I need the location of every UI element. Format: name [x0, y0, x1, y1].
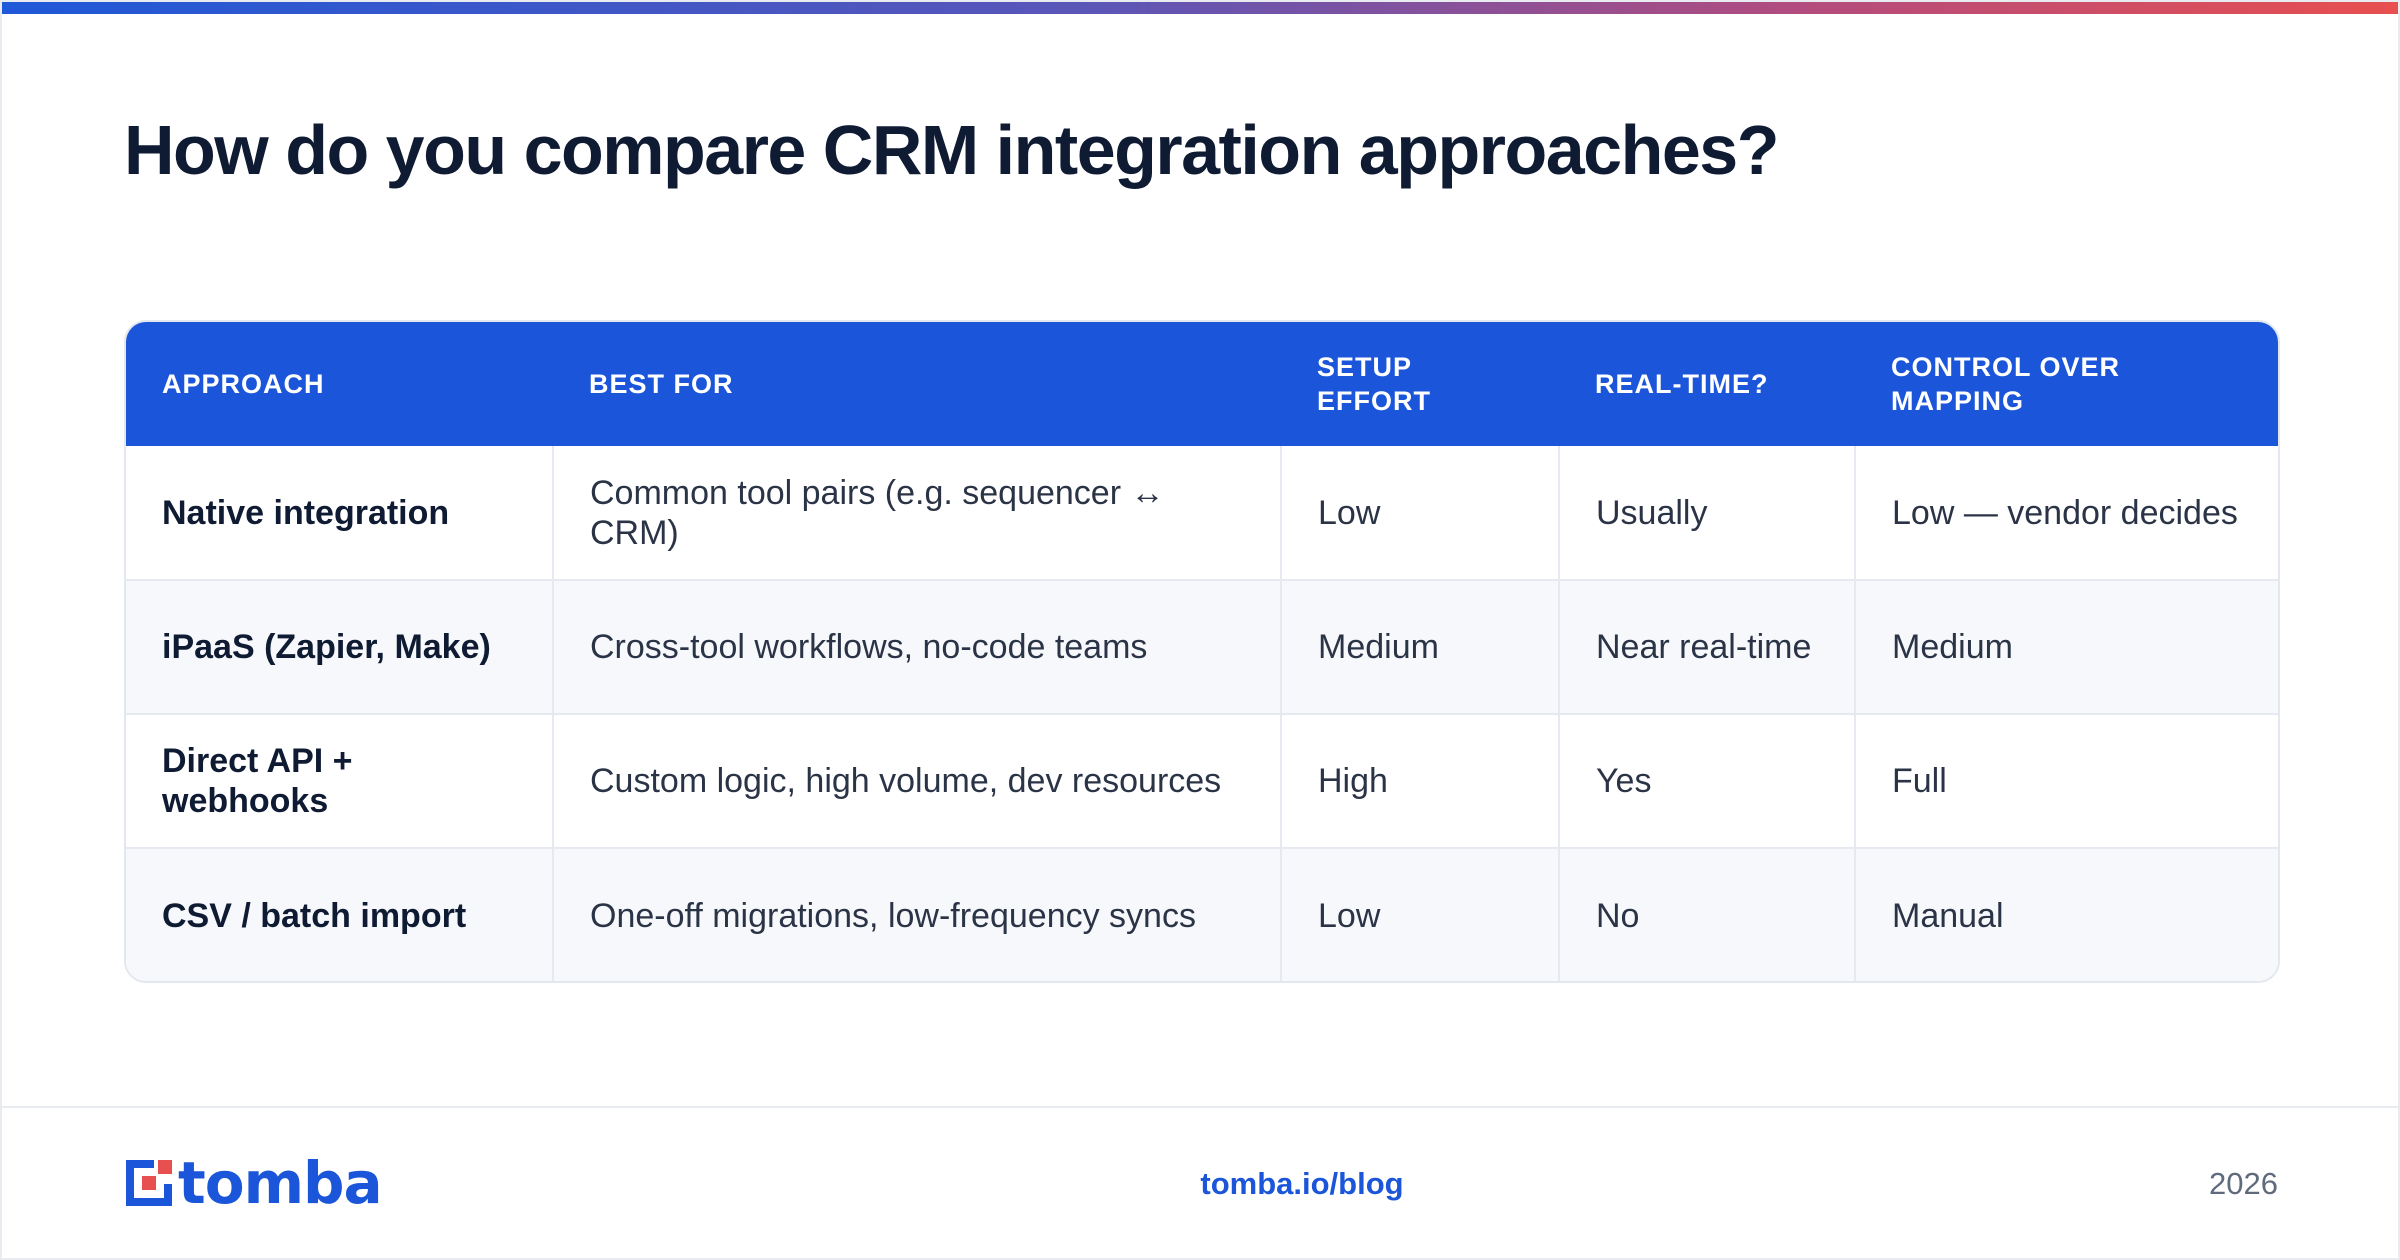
- footer-divider: [2, 1106, 2398, 1108]
- cell-setup-effort: Low: [1280, 847, 1559, 981]
- cell-setup-effort: High: [1280, 713, 1559, 848]
- logo-wordmark: tomba: [178, 1149, 383, 1217]
- header-setup-effort: SETUP EFFORT: [1317, 352, 1431, 416]
- header-real-time: REAL-TIME?: [1595, 369, 1769, 399]
- cell-best-for: Common tool pairs (e.g. sequencer ↔ CRM): [552, 446, 1281, 580]
- cell-real-time: Near real-time: [1558, 579, 1855, 714]
- cell-real-time: No: [1558, 847, 1855, 981]
- tomba-logo-icon: [126, 1160, 172, 1206]
- cell-best-for: Cross-tool workflows, no-code teams: [552, 579, 1281, 714]
- table-row: iPaaS (Zapier, Make) Cross-tool workflow…: [126, 579, 2278, 714]
- cell-approach: CSV / batch import: [126, 847, 553, 981]
- blog-link[interactable]: tomba.io/blog: [1102, 1166, 1502, 1202]
- cell-approach: iPaaS (Zapier, Make): [126, 579, 553, 714]
- page-title: How do you compare CRM integration appro…: [124, 111, 1779, 189]
- cell-approach: Native integration: [162, 493, 450, 532]
- cell-real-time: Usually: [1558, 446, 1855, 580]
- table-row: CSV / batch import One-off migrations, l…: [126, 847, 2278, 981]
- cell-control: Full: [1854, 713, 2278, 848]
- cell-setup-effort: Medium: [1280, 579, 1559, 714]
- table-row: Native integration Common tool pairs (e.…: [126, 446, 2278, 580]
- header-best-for: BEST FOR: [589, 369, 734, 399]
- table-row: Direct API + webhooks Custom logic, high…: [126, 713, 2278, 848]
- page: How do you compare CRM integration appro…: [0, 0, 2400, 1260]
- comparison-table: APPROACH BEST FOR SETUP EFFORT REAL-TIME…: [124, 320, 2280, 983]
- cell-best-for: Custom logic, high volume, dev resources: [552, 713, 1281, 848]
- footer-year: 2026: [2209, 1166, 2278, 1201]
- tomba-logo[interactable]: tomba: [124, 1149, 383, 1217]
- cell-control: Low — vendor decides: [1854, 446, 2278, 580]
- table-header-row: APPROACH BEST FOR SETUP EFFORT REAL-TIME…: [126, 322, 2278, 446]
- header-control-over-mapping: CONTROL OVER MAPPING: [1891, 352, 2121, 416]
- cell-control: Medium: [1854, 579, 2278, 714]
- cell-setup-effort: Low: [1280, 446, 1559, 580]
- cell-real-time: Yes: [1558, 713, 1855, 848]
- header-approach: APPROACH: [162, 369, 325, 399]
- cell-best-for: One-off migrations, low-frequency syncs: [552, 847, 1281, 981]
- cell-approach: Direct API + webhooks: [126, 713, 553, 848]
- top-gradient-bar: [2, 2, 2398, 14]
- cell-control: Manual: [1854, 847, 2278, 981]
